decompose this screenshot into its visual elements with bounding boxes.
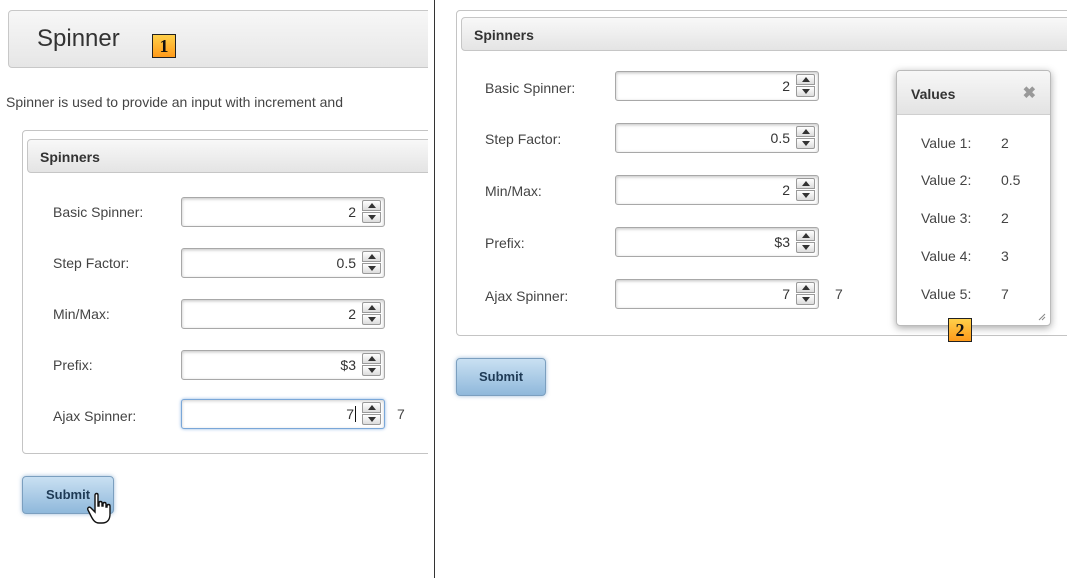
submit-button[interactable]: Submit — [456, 358, 546, 396]
triangle-up-icon — [368, 305, 376, 310]
step-marker-2: 2 — [948, 318, 972, 342]
dialog-value-row: Value 2: 0.5 — [921, 172, 1021, 188]
triangle-up-icon — [368, 356, 376, 361]
dialog-value-row: Value 4: 3 — [921, 248, 1009, 264]
triangle-up-icon — [368, 254, 376, 259]
spinner-down-button[interactable] — [362, 263, 381, 274]
text-caret — [355, 406, 356, 422]
spinner-up-button[interactable] — [796, 230, 815, 241]
spinner-up-button[interactable] — [796, 126, 815, 137]
spinner-up-button[interactable] — [362, 353, 381, 364]
spinner-down-button[interactable] — [362, 212, 381, 223]
dialog-title: Values — [911, 86, 956, 102]
spinner-down-button[interactable] — [362, 414, 381, 425]
page-header: Spinner — [8, 10, 428, 68]
dialog-header: Values ✖ — [897, 71, 1050, 115]
ajax-spinner-value[interactable]: 7 — [782, 286, 790, 302]
spinner-up-button[interactable] — [796, 74, 815, 85]
spinners-fieldset: Spinners Basic Spinner: 2 Step Factor: 0… — [22, 130, 428, 454]
basic-spinner-value[interactable]: 2 — [348, 204, 356, 220]
page-description: Spinner is used to provide an input with… — [6, 94, 343, 110]
spinner-up-button[interactable] — [362, 302, 381, 313]
page-title: Spinner — [37, 25, 120, 52]
triangle-down-icon — [802, 193, 810, 198]
triangle-down-icon — [368, 266, 376, 271]
dialog-value-row: Value 5: 7 — [921, 286, 1009, 302]
spinner-down-button[interactable] — [362, 314, 381, 325]
panel-divider — [434, 0, 435, 578]
min-max-value[interactable]: 2 — [348, 306, 356, 322]
resize-grip-icon[interactable] — [1036, 311, 1046, 321]
min-max-spinner[interactable]: 2 — [181, 299, 385, 329]
basic-spinner-label: Basic Spinner: — [53, 204, 144, 220]
spinner-up-button[interactable] — [362, 402, 381, 413]
dialog-value-row: Value 1: 2 — [921, 135, 1009, 151]
prefix-value[interactable]: $3 — [774, 234, 790, 250]
step-factor-spinner[interactable]: 0.5 — [181, 248, 385, 278]
basic-spinner[interactable]: 2 — [615, 71, 819, 101]
spinner-down-button[interactable] — [796, 86, 815, 97]
spinner-down-button[interactable] — [362, 365, 381, 376]
prefix-value[interactable]: $3 — [340, 357, 356, 373]
dialog-value-row: Value 3: 2 — [921, 210, 1009, 226]
triangle-down-icon — [802, 89, 810, 94]
ajax-output: 7 — [397, 406, 405, 422]
triangle-up-icon — [802, 77, 810, 82]
spinner-up-button[interactable] — [796, 178, 815, 189]
spinner-down-button[interactable] — [796, 242, 815, 253]
triangle-up-icon — [802, 129, 810, 134]
step-factor-value[interactable]: 0.5 — [771, 130, 790, 146]
close-icon[interactable]: ✖ — [1023, 83, 1036, 103]
ajax-spinner-value[interactable]: 7 — [346, 406, 356, 422]
triangle-down-icon — [368, 368, 376, 373]
step-factor-label: Step Factor: — [53, 255, 130, 271]
prefix-label: Prefix: — [53, 357, 93, 373]
triangle-up-icon — [802, 181, 810, 186]
ajax-output: 7 — [835, 286, 843, 302]
prefix-spinner[interactable]: $3 — [615, 227, 819, 257]
ajax-spinner-label: Ajax Spinner: — [485, 288, 569, 304]
min-max-value[interactable]: 2 — [782, 182, 790, 198]
triangle-down-icon — [802, 245, 810, 250]
step-factor-value[interactable]: 0.5 — [337, 255, 356, 271]
fieldset-legend: Spinners — [27, 139, 428, 173]
prefix-label: Prefix: — [485, 235, 525, 251]
left-screenshot-panel: Spinner 1 Spinner is used to provide an … — [0, 0, 428, 578]
right-screenshot-panel: Spinners Basic Spinner: 2 Step Factor: 0… — [436, 0, 1067, 578]
triangle-down-icon — [368, 317, 376, 322]
triangle-down-icon — [802, 141, 810, 146]
spinner-up-button[interactable] — [362, 251, 381, 262]
ajax-spinner-label: Ajax Spinner: — [53, 408, 137, 424]
hand-pointer-icon — [87, 492, 111, 524]
triangle-up-icon — [368, 203, 376, 208]
triangle-up-icon — [802, 233, 810, 238]
triangle-down-icon — [368, 417, 376, 422]
triangle-up-icon — [802, 285, 810, 290]
fieldset-legend: Spinners — [461, 17, 1067, 51]
basic-spinner-label: Basic Spinner: — [485, 80, 576, 96]
prefix-spinner[interactable]: $3 — [181, 350, 385, 380]
basic-spinner[interactable]: 2 — [181, 197, 385, 227]
triangle-down-icon — [368, 215, 376, 220]
min-max-spinner[interactable]: 2 — [615, 175, 819, 205]
step-factor-spinner[interactable]: 0.5 — [615, 123, 819, 153]
spinner-up-button[interactable] — [362, 200, 381, 211]
ajax-spinner[interactable]: 7 — [181, 399, 385, 429]
spinner-down-button[interactable] — [796, 138, 815, 149]
triangle-up-icon — [368, 405, 376, 410]
spinner-up-button[interactable] — [796, 282, 815, 293]
basic-spinner-value[interactable]: 2 — [782, 78, 790, 94]
min-max-label: Min/Max: — [53, 306, 110, 322]
step-marker-1: 1 — [152, 34, 176, 58]
ajax-spinner[interactable]: 7 — [615, 279, 819, 309]
values-dialog: Values ✖ Value 1: 2 Value 2: 0.5 Value 3: 2… — [896, 70, 1051, 326]
triangle-down-icon — [802, 297, 810, 302]
spinner-down-button[interactable] — [796, 294, 815, 305]
spinner-down-button[interactable] — [796, 190, 815, 201]
min-max-label: Min/Max: — [485, 183, 542, 199]
step-factor-label: Step Factor: — [485, 131, 562, 147]
